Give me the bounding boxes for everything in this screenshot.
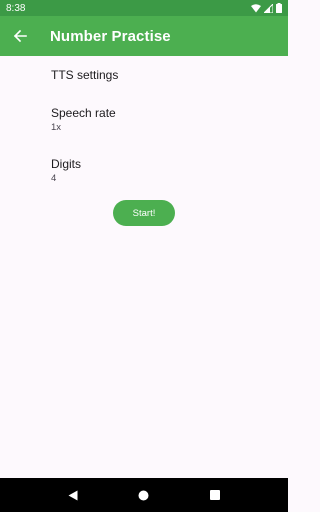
status-bar: 8:38 bbox=[0, 0, 288, 16]
signal-icon bbox=[264, 3, 273, 13]
status-time: 8:38 bbox=[6, 2, 26, 14]
digits-value: 4 bbox=[51, 173, 57, 184]
start-button[interactable]: Start! bbox=[113, 200, 175, 226]
nav-back-button[interactable] bbox=[58, 480, 88, 510]
back-triangle-icon bbox=[68, 490, 78, 500]
app-title: Number Practise bbox=[50, 27, 171, 45]
digits-title: Digits bbox=[51, 157, 82, 171]
battery-icon bbox=[276, 3, 282, 13]
nav-home-button[interactable] bbox=[129, 480, 159, 510]
back-button[interactable] bbox=[0, 16, 40, 56]
wifi-icon bbox=[251, 3, 261, 12]
arrow-back-icon bbox=[13, 29, 27, 43]
tts-settings-header: TTS settings bbox=[51, 68, 119, 82]
home-circle-icon bbox=[138, 490, 149, 500]
navigation-bar bbox=[0, 478, 288, 512]
app-screen: 8:38 Number Practise TTS settings Speech… bbox=[0, 0, 288, 512]
app-bar: Number Practise bbox=[0, 16, 288, 56]
status-icons bbox=[251, 3, 282, 13]
speech-rate-setting[interactable]: Speech rate 1x bbox=[51, 106, 271, 133]
speech-rate-title: Speech rate bbox=[51, 106, 116, 120]
speech-rate-value: 1x bbox=[51, 122, 62, 133]
nav-recents-button[interactable] bbox=[200, 480, 230, 510]
digits-setting[interactable]: Digits 4 bbox=[51, 157, 271, 184]
recents-square-icon bbox=[209, 490, 220, 500]
